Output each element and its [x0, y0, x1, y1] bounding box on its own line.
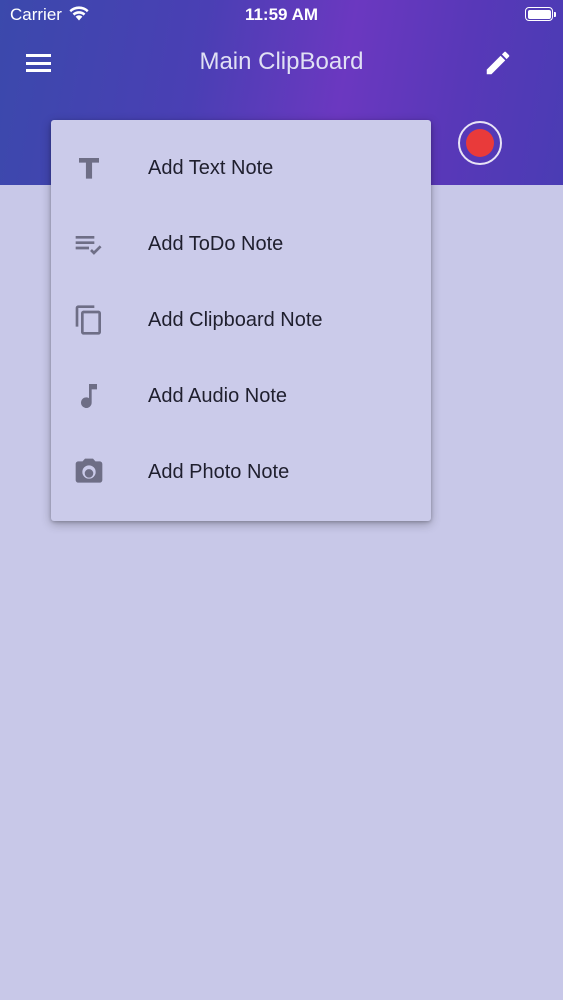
menu-item-label: Add Photo Note — [148, 461, 290, 483]
add-note-dropdown-menu: Add Text Note Add ToDo Note Add Clipboar… — [51, 120, 431, 521]
record-button[interactable] — [458, 121, 502, 165]
menu-item-add-todo-note[interactable]: Add ToDo Note — [51, 206, 431, 282]
camera-icon — [75, 458, 103, 483]
record-dot-icon — [466, 129, 494, 157]
menu-item-label: Add ToDo Note — [148, 233, 284, 255]
page-title: Main ClipBoard — [199, 48, 364, 75]
menu-item-add-photo-note[interactable]: Add Photo Note — [51, 434, 431, 510]
menu-item-label: Add Audio Note — [148, 385, 287, 407]
status-time: 11:59 AM — [244, 5, 319, 24]
copy-icon — [75, 305, 101, 335]
menu-item-add-clipboard-note[interactable]: Add Clipboard Note — [51, 282, 431, 358]
music-note-icon — [81, 384, 97, 409]
menu-item-label: Add Clipboard Note — [148, 309, 323, 331]
menu-item-label: Add Text Note — [148, 157, 274, 179]
pencil-edit-icon[interactable] — [483, 48, 513, 78]
text-icon — [79, 158, 99, 179]
battery-icon — [525, 7, 556, 21]
menu-item-add-audio-note[interactable]: Add Audio Note — [51, 358, 431, 434]
checklist-icon — [75, 236, 102, 255]
menu-item-add-text-note[interactable]: Add Text Note — [51, 130, 431, 206]
status-bar: Carrier 11:59 AM — [0, 0, 563, 30]
